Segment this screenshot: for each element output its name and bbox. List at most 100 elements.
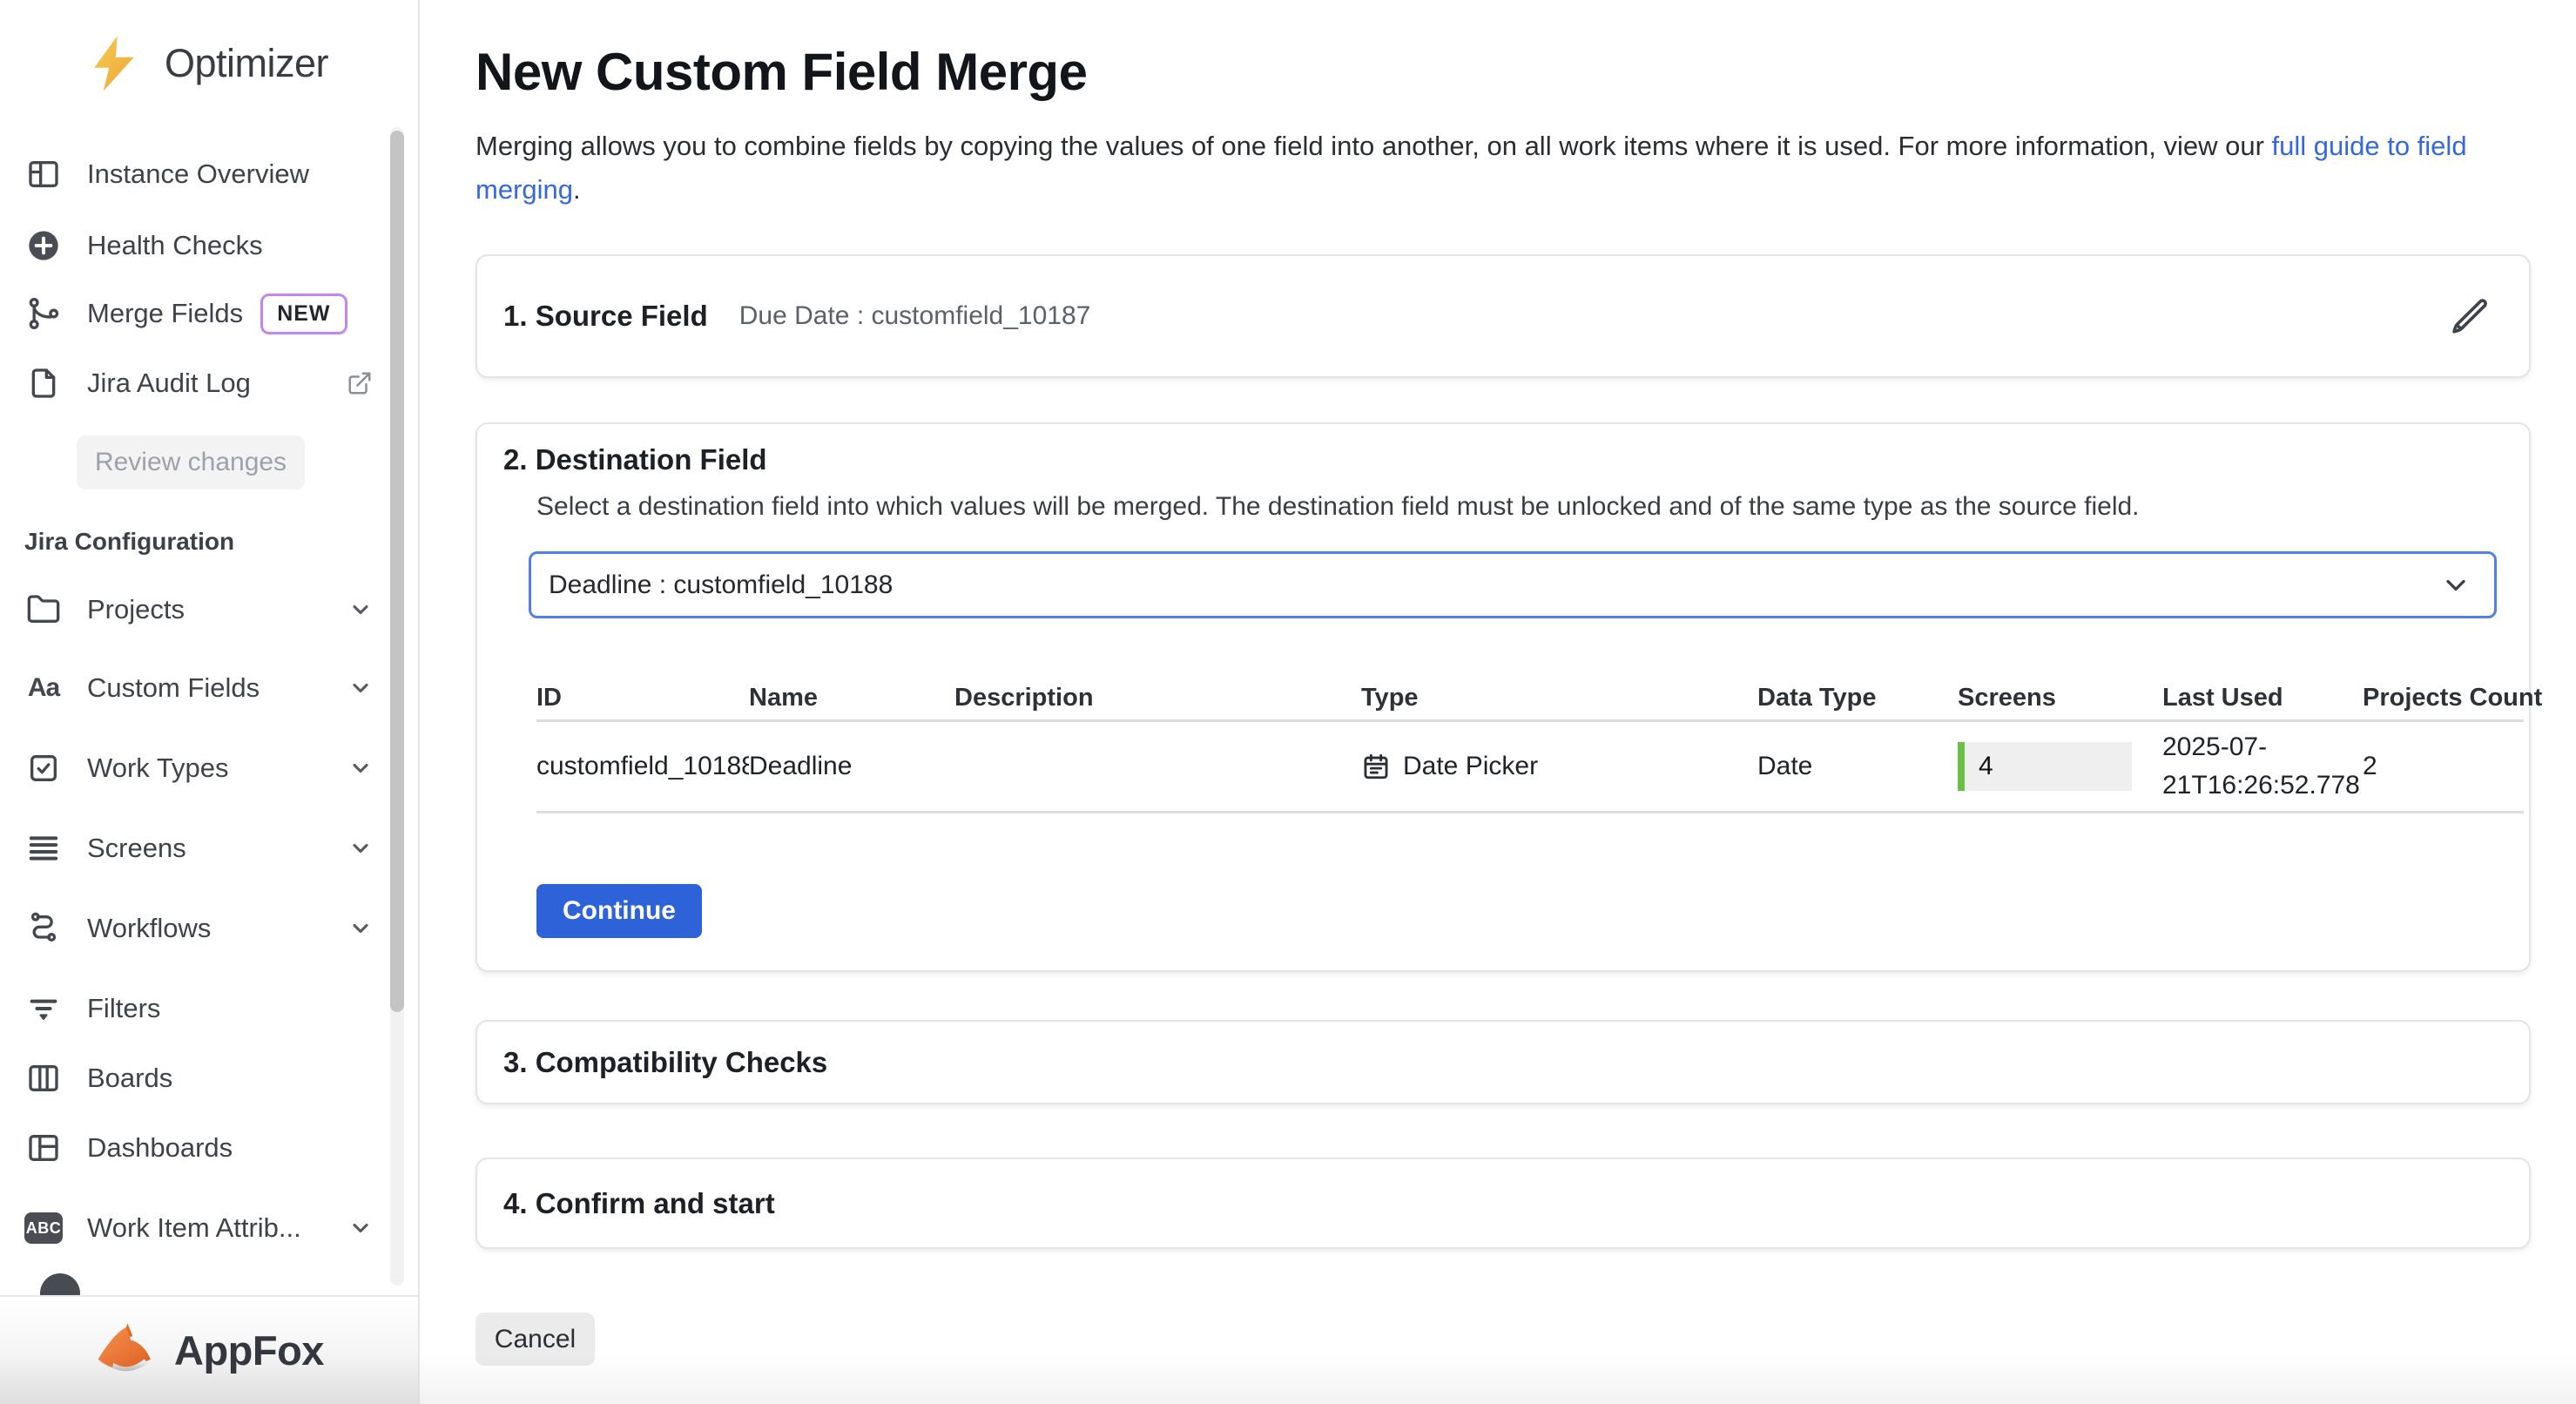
sidebar-item-label: Custom Fields	[87, 672, 260, 704]
confirm-and-start-card: 4. Confirm and start	[475, 1158, 2531, 1249]
columns-icon	[24, 1061, 63, 1096]
calendar-icon	[1361, 752, 1391, 781]
chevron-down-icon	[348, 1216, 373, 1240]
sidebar-item-workflows[interactable]: Workflows	[24, 894, 373, 963]
sidebar-item-label: Projects	[87, 594, 185, 625]
app-root: Optimizer Instance Overview Health Check…	[0, 0, 2576, 1404]
abc-icon: ABC	[24, 1212, 63, 1244]
jira-configuration-section-label: Jira Configuration	[24, 523, 234, 561]
sidebar-item-projects[interactable]: Projects	[24, 575, 373, 645]
sidebar-item-screens[interactable]: Screens	[24, 813, 373, 883]
sidebar-item-label: Work Types	[87, 753, 229, 784]
workflow-icon	[24, 911, 63, 946]
compatibility-checks-card: 3. Compatibility Checks	[475, 1020, 2531, 1104]
sidebar-item-instance-overview[interactable]: Instance Overview	[24, 139, 373, 209]
cell-id: customfield_10188	[536, 752, 749, 781]
review-changes-button[interactable]: Review changes	[77, 435, 305, 489]
appfox-logo-text: AppFox	[174, 1326, 324, 1374]
col-header-type: Type	[1361, 684, 1757, 712]
destination-field-table: ID Name Description Type Data Type Scree…	[536, 677, 2524, 813]
plus-circle-icon	[24, 228, 63, 263]
sidebar-item-label: Work Item Attrib...	[87, 1212, 301, 1244]
chevron-down-icon	[348, 676, 373, 700]
sidebar: Optimizer Instance Overview Health Check…	[0, 0, 420, 1404]
sidebar-item-jira-audit-log[interactable]: Jira Audit Log	[24, 348, 373, 418]
cell-name: Deadline	[749, 752, 954, 781]
sidebar-item-label: Workflows	[87, 913, 211, 944]
appfox-fox-icon	[94, 1322, 158, 1380]
col-header-last-used: Last Used	[2162, 684, 2363, 712]
sidebar-item-label: Merge Fields	[87, 298, 243, 329]
sidebar-item-dashboards[interactable]: Dashboards	[24, 1113, 373, 1183]
confirm-and-start-title: 4. Confirm and start	[503, 1187, 775, 1220]
compatibility-checks-title: 3. Compatibility Checks	[503, 1046, 827, 1079]
chevron-down-icon	[2440, 570, 2471, 601]
cell-type-label: Date Picker	[1403, 752, 1538, 781]
lightning-bolt-icon	[83, 30, 145, 97]
sidebar-item-label: Screens	[87, 833, 186, 864]
git-merge-icon	[24, 296, 63, 331]
cell-last-used: 2025-07-21T16:26:52.778	[2162, 728, 2363, 805]
source-field-title: 1. Source Field	[503, 300, 708, 333]
cancel-button[interactable]: Cancel	[475, 1313, 595, 1366]
screens-count-pill: 4	[1958, 742, 2132, 791]
sidebar-item-label: Health Checks	[87, 230, 263, 261]
layout-panel-icon	[24, 157, 63, 192]
source-field-card: 1. Source Field Due Date : customfield_1…	[475, 254, 2531, 378]
list-lines-icon	[24, 831, 63, 866]
sidebar-item-label: Filters	[87, 993, 160, 1024]
chevron-down-icon	[348, 597, 373, 622]
dashboard-layout-icon	[24, 1131, 63, 1165]
checkbox-icon	[24, 751, 63, 786]
intro-text-before: Merging allows you to combine fields by …	[475, 131, 2272, 161]
col-header-projects-count: Projects Count	[2363, 684, 2524, 712]
pencil-icon	[2451, 297, 2489, 335]
intro-text: Merging allows you to combine fields by …	[475, 125, 2541, 212]
logo-text: Optimizer	[165, 41, 328, 86]
sidebar-item-label: Instance Overview	[87, 159, 309, 190]
destination-field-card: 2. Destination Field Select a destinatio…	[475, 422, 2531, 972]
sidebar-item-health-checks[interactable]: Health Checks	[24, 211, 373, 280]
sidebar-scrollbar-thumb[interactable]	[390, 131, 404, 1012]
chevron-down-icon	[348, 836, 373, 861]
page-title: New Custom Field Merge	[475, 42, 1087, 102]
main-content: New Custom Field Merge Merging allows yo…	[421, 0, 2576, 1404]
col-header-id: ID	[536, 684, 749, 712]
appfox-footer: AppFox	[0, 1295, 418, 1404]
table-header-row: ID Name Description Type Data Type Scree…	[536, 677, 2524, 722]
optimizer-logo: Optimizer	[83, 30, 328, 97]
sidebar-item-label: Dashboards	[87, 1132, 233, 1164]
col-header-name: Name	[749, 684, 954, 712]
cell-screens: 4	[1958, 742, 2162, 791]
filter-icon	[24, 991, 63, 1026]
sidebar-item-filters[interactable]: Filters	[24, 974, 373, 1043]
table-row: customfield_10188 Deadline Date Picker D…	[536, 722, 2524, 813]
cell-type: Date Picker	[1361, 752, 1757, 781]
col-header-data-type: Data Type	[1757, 684, 1958, 712]
sidebar-item-label: Boards	[87, 1063, 172, 1094]
cell-projects-count: 2	[2363, 752, 2524, 781]
edit-source-button[interactable]	[2451, 297, 2489, 335]
chevron-down-icon	[348, 756, 373, 780]
destination-field-description: Select a destination field into which va…	[536, 492, 2140, 522]
destination-select-value: Deadline : customfield_10188	[549, 570, 893, 600]
col-header-screens: Screens	[1958, 684, 2162, 712]
chevron-down-icon	[348, 916, 373, 941]
source-field-value: Due Date : customfield_10187	[739, 301, 1091, 331]
folder-icon	[24, 592, 63, 627]
continue-button[interactable]: Continue	[536, 884, 702, 938]
sidebar-item-boards[interactable]: Boards	[24, 1043, 373, 1113]
sidebar-item-work-types[interactable]: Work Types	[24, 733, 373, 803]
text-fields-icon: Aa	[24, 673, 63, 703]
destination-field-select[interactable]: Deadline : customfield_10188	[529, 551, 2497, 618]
intro-text-after: .	[573, 174, 581, 205]
sidebar-item-work-item-attributes[interactable]: ABC Work Item Attrib...	[24, 1193, 373, 1263]
new-badge: NEW	[260, 294, 347, 334]
sidebar-item-custom-fields[interactable]: Aa Custom Fields	[24, 653, 373, 723]
destination-field-title: 2. Destination Field	[503, 443, 767, 476]
col-header-description: Description	[954, 684, 1361, 712]
sidebar-item-label: Jira Audit Log	[87, 368, 251, 399]
cell-data-type: Date	[1757, 752, 1958, 781]
sidebar-item-merge-fields[interactable]: Merge Fields NEW	[24, 279, 373, 348]
external-link-icon	[347, 370, 373, 396]
